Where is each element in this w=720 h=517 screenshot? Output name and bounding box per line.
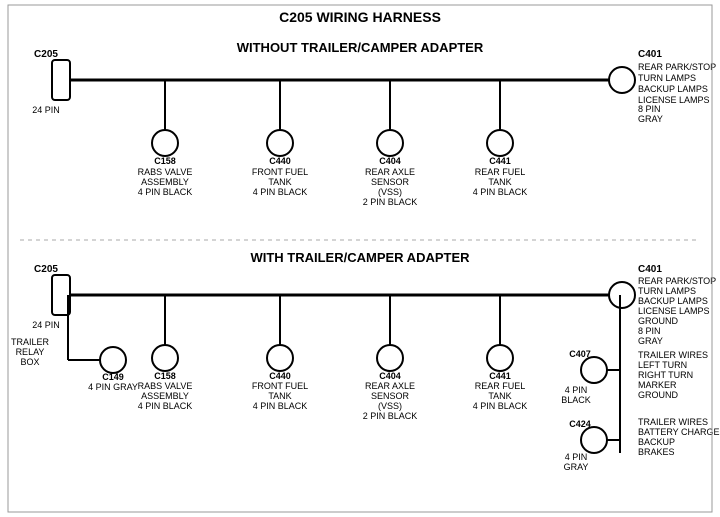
bottom-c404-desc1: REAR AXLE <box>365 381 415 391</box>
bottom-c401-desc4: LICENSE LAMPS <box>638 306 710 316</box>
bottom-c158-desc2: ASSEMBLY <box>141 391 189 401</box>
top-c158-desc1: RABS VALVE <box>138 167 193 177</box>
bottom-c424-color: GRAY <box>564 462 589 472</box>
bottom-c404-desc3: (VSS) <box>378 401 402 411</box>
top-c401-label: C401 <box>638 49 662 60</box>
bottom-c424-desc2: BATTERY CHARGE <box>638 427 720 437</box>
top-c404-desc2: SENSOR <box>371 177 410 187</box>
top-section-label: WITHOUT TRAILER/CAMPER ADAPTER <box>237 40 484 55</box>
bottom-c441-name: C441 <box>489 371 511 381</box>
bottom-c401-desc2: TURN LAMPS <box>638 286 696 296</box>
bottom-c404-desc2: SENSOR <box>371 391 410 401</box>
top-c404-desc3: (VSS) <box>378 187 402 197</box>
top-c440-desc3: 4 PIN BLACK <box>253 187 308 197</box>
bottom-c441-desc2: TANK <box>488 391 511 401</box>
top-c404-name: C404 <box>379 156 401 166</box>
bottom-c440-desc3: 4 PIN BLACK <box>253 401 308 411</box>
bottom-c407-desc5: GROUND <box>638 390 678 400</box>
page: C205 WIRING HARNESS WITHOUT TRAILER/CAMP… <box>0 0 720 517</box>
top-c205-label: C205 <box>34 49 58 60</box>
bottom-c407-color: BLACK <box>561 395 591 405</box>
bottom-c440-desc2: TANK <box>268 391 291 401</box>
bottom-c401-color: GRAY <box>638 336 663 346</box>
wiring-diagram: C205 WIRING HARNESS WITHOUT TRAILER/CAMP… <box>0 0 720 517</box>
bottom-c440-desc1: FRONT FUEL <box>252 381 308 391</box>
bottom-c424-desc1: TRAILER WIRES <box>638 417 708 427</box>
bottom-c401-label: C401 <box>638 264 662 275</box>
top-c158-desc3: 4 PIN BLACK <box>138 187 193 197</box>
bottom-c424-pins: 4 PIN <box>565 452 588 462</box>
bottom-c440-name: C440 <box>269 371 291 381</box>
bottom-c149-pins: 4 PIN GRAY <box>88 382 138 392</box>
top-c440-desc2: TANK <box>268 177 291 187</box>
bottom-c441-desc3: 4 PIN BLACK <box>473 401 528 411</box>
bottom-section-label: WITH TRAILER/CAMPER ADAPTER <box>250 250 470 265</box>
top-c441-name: C441 <box>489 156 511 166</box>
top-c440-name: C440 <box>269 156 291 166</box>
bottom-c424-name: C424 <box>569 419 591 429</box>
top-c441-desc3: 4 PIN BLACK <box>473 187 528 197</box>
bottom-c205-label: C205 <box>34 264 58 275</box>
bottom-c158-desc3: 4 PIN BLACK <box>138 401 193 411</box>
bottom-c407-pins: 4 PIN <box>565 385 588 395</box>
main-title: C205 WIRING HARNESS <box>279 9 441 25</box>
bottom-c407-desc1: TRAILER WIRES <box>638 350 708 360</box>
bottom-c424-desc3: BACKUP <box>638 437 675 447</box>
top-c441-desc1: REAR FUEL <box>475 167 526 177</box>
top-c441-desc2: TANK <box>488 177 511 187</box>
bottom-c401-pins: 8 PIN <box>638 326 661 336</box>
top-c401-pins: 8 PIN <box>638 104 661 114</box>
trailer-relay-label2: RELAY <box>16 347 45 357</box>
bottom-c404-name: C404 <box>379 371 401 381</box>
top-c205-pins: 24 PIN <box>32 105 60 115</box>
bottom-c401-desc3: BACKUP LAMPS <box>638 296 708 306</box>
top-c404-desc4: 2 PIN BLACK <box>363 197 418 207</box>
bottom-c158-name: C158 <box>154 371 176 381</box>
bottom-c205-pins: 24 PIN <box>32 320 60 330</box>
bottom-c407-desc3: RIGHT TURN <box>638 370 693 380</box>
trailer-relay-label1: TRAILER <box>11 337 50 347</box>
bottom-c441-desc1: REAR FUEL <box>475 381 526 391</box>
top-c158-name: C158 <box>154 156 176 166</box>
top-c404-desc1: REAR AXLE <box>365 167 415 177</box>
bottom-c401-desc5: GROUND <box>638 316 678 326</box>
bottom-c407-desc4: MARKER <box>638 380 677 390</box>
top-c401-desc2: TURN LAMPS <box>638 73 696 83</box>
trailer-relay-label3: BOX <box>20 357 39 367</box>
bottom-c401-desc1: REAR PARK/STOP <box>638 276 716 286</box>
top-c440-desc1: FRONT FUEL <box>252 167 308 177</box>
top-c401-desc3: BACKUP LAMPS <box>638 84 708 94</box>
bottom-c158-desc1: RABS VALVE <box>138 381 193 391</box>
bottom-c424-desc4: BRAKES <box>638 447 675 457</box>
top-c401-color: GRAY <box>638 114 663 124</box>
bottom-c407-desc2: LEFT TURN <box>638 360 687 370</box>
bottom-c149-name: C149 <box>102 372 124 382</box>
top-c401-desc1: REAR PARK/STOP <box>638 62 716 72</box>
bottom-c407-name: C407 <box>569 349 591 359</box>
top-c158-desc2: ASSEMBLY <box>141 177 189 187</box>
bottom-c404-desc4: 2 PIN BLACK <box>363 411 418 421</box>
